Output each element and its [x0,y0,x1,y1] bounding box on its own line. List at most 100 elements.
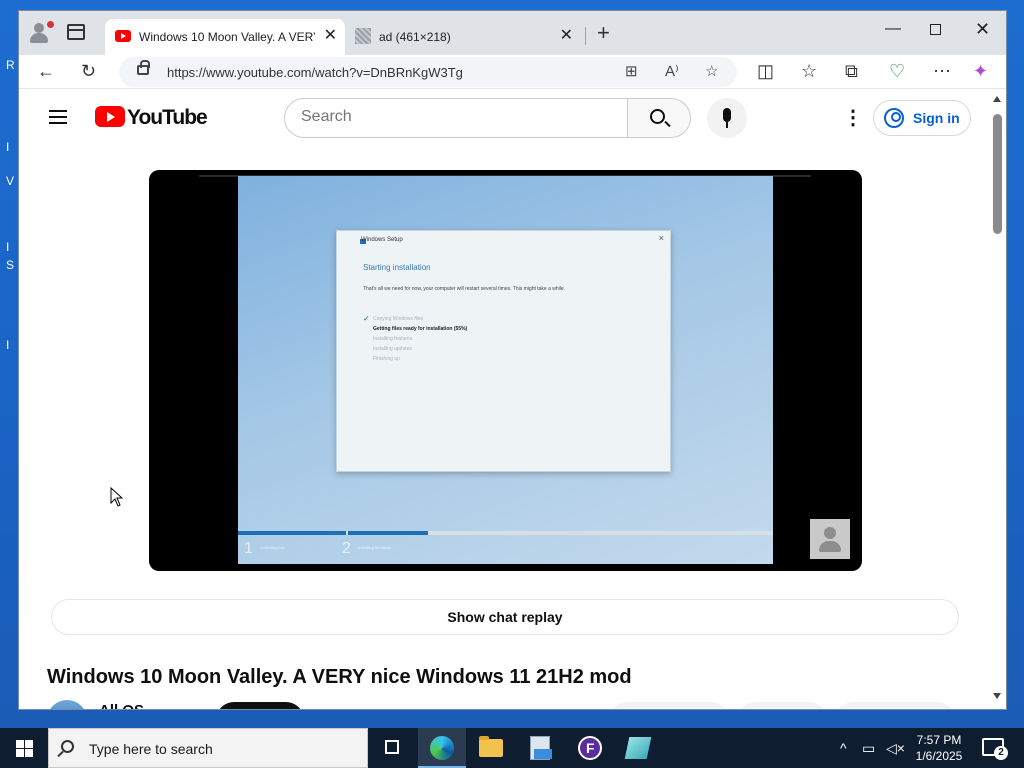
setup-progress-stage-2 [348,531,428,535]
search-icon [61,740,74,753]
desktop-icon-label: I [6,240,10,254]
scroll-thumb[interactable] [993,114,1002,234]
channel-name[interactable]: All OS [99,702,144,709]
tab-youtube[interactable]: Windows 10 Moon Valley. A VERY nice Wind… [105,19,345,55]
close-window-button[interactable]: ✕ [975,19,990,39]
notifications-icon[interactable]: 2 [982,738,1008,760]
progress-stage-caption: Installing Windows [358,545,392,550]
tab-title: ad (461×218) [379,30,451,44]
account-icon [884,108,904,128]
image-icon [355,28,371,44]
search-button[interactable] [627,98,691,138]
browser-essentials-icon[interactable]: ♡ [889,60,905,82]
start-button[interactable] [0,728,48,768]
share-button[interactable] [737,702,827,709]
split-screen-icon[interactable]: ◫ [757,60,774,82]
lock-icon[interactable] [137,60,150,75]
taskbar: Type here to search ^ ▭ ◁× 7:57 PM 1/6/2… [0,728,1024,768]
setup-window-title: Windows Setup [361,237,403,243]
search-icon [650,109,665,124]
profile-icon[interactable] [27,21,55,45]
taskbar-search-box[interactable]: Type here to search [48,728,368,768]
volume-muted-icon[interactable]: ◁× [886,739,905,757]
progress-stage-number: 1 [244,540,253,557]
read-aloud-icon[interactable]: A⁾ [665,62,679,80]
tab-actions-icon[interactable] [67,24,85,40]
task-view-button[interactable] [368,728,416,768]
clock[interactable]: 7:57 PM 1/6/2025 [908,732,970,764]
browser-window: Windows 10 Moon Valley. A VERY nice Wind… [18,10,1007,710]
download-button[interactable] [835,702,955,709]
video-title: Windows 10 Moon Valley. A VERY nice Wind… [47,666,632,688]
show-chat-replay-button[interactable]: Show chat replay [51,599,959,635]
channel-watermark-avatar[interactable] [810,519,850,559]
desktop-icon-label: S [6,258,15,272]
setup-step: Finishing up [373,356,400,362]
desktop-icon-label: I [6,140,10,154]
close-tab-icon[interactable]: ✕ [560,27,573,45]
progress-stage-number: 2 [342,540,351,557]
setup-step: Copying Windows files [373,316,424,322]
taskbar-app-edge[interactable] [418,728,466,768]
setup-step-current: Getting files ready for installation (55… [373,326,468,332]
copilot-icon[interactable]: ✦ [973,60,988,82]
youtube-page: YouTube ⋮ Sign in Windows Setup × Starti… [19,90,989,709]
subscribe-button[interactable] [216,702,304,709]
scroll-down-icon[interactable] [993,693,1001,699]
taskbar-app-notepad[interactable] [614,728,662,768]
favorites-icon[interactable]: ☆ [801,60,817,82]
back-icon[interactable]: ← [37,60,55,82]
maximize-button[interactable] [930,24,941,35]
settings-menu-icon[interactable]: ⋮ [843,108,863,128]
scroll-up-icon[interactable] [993,96,1001,102]
desktop-icon-label: I [6,338,10,352]
refresh-icon[interactable]: ↻ [81,60,96,82]
taskbar-app-flashget[interactable] [566,728,614,768]
menu-icon[interactable] [49,110,67,124]
tab-title: Windows 10 Moon Valley. A VERY nice Wind… [139,30,315,44]
setup-heading: Starting installation [363,263,431,272]
search-box [284,98,628,138]
video-player[interactable]: Windows Setup × Starting installation Th… [149,170,862,571]
clock-date: 1/6/2025 [915,749,963,763]
sign-in-button[interactable]: Sign in [873,100,971,136]
favorite-star-icon[interactable]: ☆ [705,62,718,80]
browser-toolbar: ← ↻ https://www.youtube.com/watch?v=DnBR… [19,55,1006,89]
close-tab-icon[interactable]: ✕ [324,27,337,45]
setup-steps: Copying Windows files Getting files read… [373,314,467,364]
like-button[interactable] [609,702,729,709]
tab-ad-image[interactable]: ad (461×218) ✕ [349,19,581,55]
url-text[interactable]: https://www.youtube.com/watch?v=DnBRnKgW… [167,65,463,80]
page-scrollbar[interactable] [989,90,1006,709]
channel-avatar[interactable] [47,700,87,709]
minimize-button[interactable]: — [885,19,901,39]
flashget-icon [578,736,602,760]
notepad-icon [624,737,652,759]
progress-stage-caption: Collecting info [260,545,286,550]
taskbar-app-file-explorer[interactable] [467,728,515,768]
voice-search-button[interactable] [707,98,747,138]
youtube-play-icon [95,106,125,127]
tab-strip: Windows 10 Moon Valley. A VERY nice Wind… [19,11,1006,55]
more-icon[interactable]: ⋯ [933,60,951,82]
collections-icon[interactable]: ⧉ [845,60,858,82]
setup-step: Installing features [373,336,413,342]
taskbar-search-placeholder: Type here to search [89,741,213,757]
search-input[interactable] [301,108,601,126]
edge-icon [430,736,454,760]
clock-time: 7:57 PM [916,733,962,747]
chat-replay-label: Show chat replay [447,609,563,625]
desktop-icon-label: R [6,58,15,72]
setup-step: Installing updates [373,346,412,352]
sign-in-label: Sign in [913,110,960,126]
taskbar-app-document[interactable] [516,728,564,768]
youtube-icon [115,30,131,42]
network-icon[interactable]: ▭ [862,739,875,757]
setup-description: That's all we need for now, your compute… [363,286,566,292]
app-available-icon[interactable]: ⊞ [625,62,638,80]
address-bar[interactable]: https://www.youtube.com/watch?v=DnBRnKgW… [119,57,737,87]
chevron-up-icon[interactable]: ^ [840,739,847,757]
document-icon [530,736,552,760]
new-tab-button[interactable]: + [597,22,610,44]
tab-separator [585,27,586,45]
